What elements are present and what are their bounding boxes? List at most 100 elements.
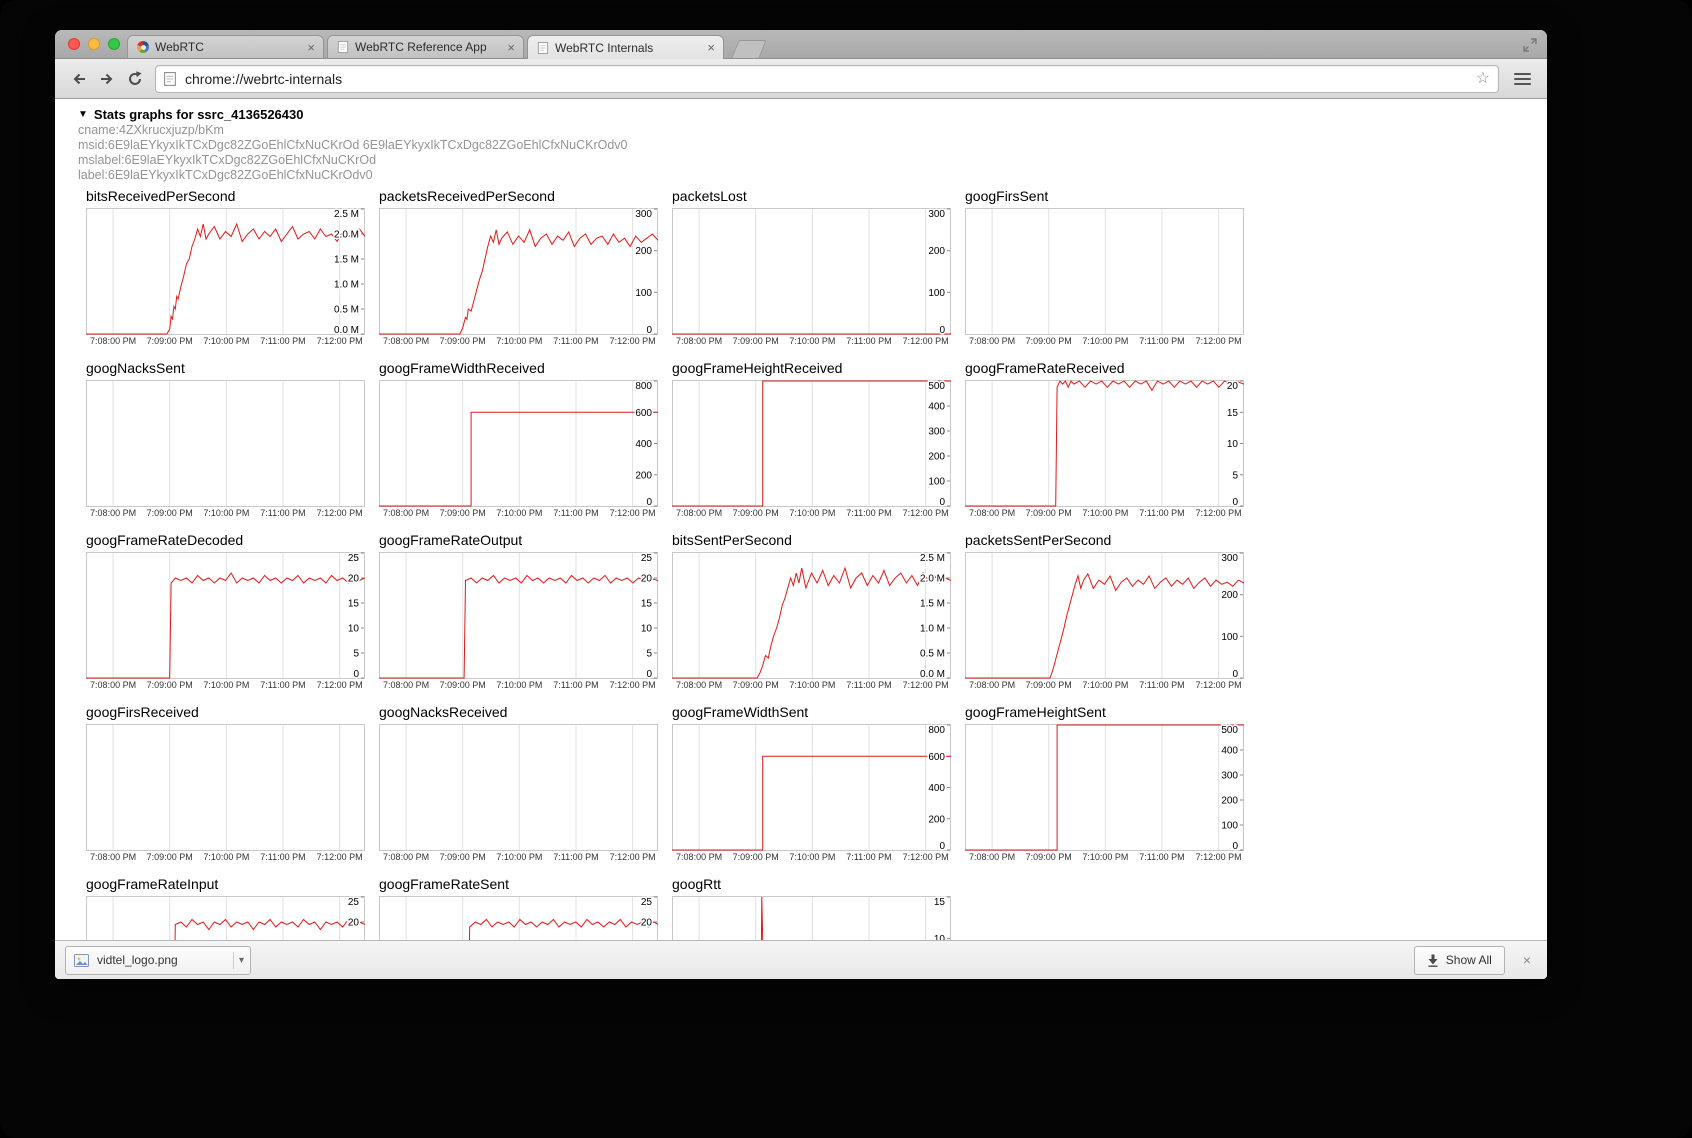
tab-webrtc-internals[interactable]: WebRTC Internals × [527,35,724,59]
y-tick-label: 600 [928,752,945,763]
y-tick-label: 20 [348,574,360,585]
chart-packetsReceivedPerSecond: packetsReceivedPerSecond30020010007:08:0… [379,188,672,348]
chart-packetsLost: packetsLost30020010007:08:00 PM7:09:00 P… [672,188,965,348]
new-tab-button[interactable] [731,40,766,58]
y-tick-label: 200 [928,814,945,825]
forward-button[interactable] [93,65,121,93]
chart-title: googNacksReceived [379,704,672,721]
chart-plot: 2520151050 [86,896,365,940]
x-tick-label: 7:10:00 PM [496,508,542,518]
y-tick-label: 0 [646,497,652,507]
tab-webrtc[interactable]: WebRTC × [127,35,324,58]
chart-googFirsSent: googFirsSent7:08:00 PM7:09:00 PM7:10:00 … [965,188,1258,348]
y-tick-label: 10 [348,624,360,635]
chart-googFrameRateReceived: googFrameRateReceived201510507:08:00 PM7… [965,360,1258,520]
plot-border [87,725,365,851]
chart-googFirsReceived: googFirsReceived7:08:00 PM7:09:00 PM7:10… [86,704,379,864]
chart-plot [965,208,1244,335]
menu-button[interactable] [1507,65,1537,93]
chart-x-axis: 7:08:00 PM7:09:00 PM7:10:00 PM7:11:00 PM… [965,851,1244,864]
charts-grid: bitsReceivedPerSecond2.5 M2.0 M1.5 M1.0 … [86,188,1547,940]
chart-title: bitsSentPerSecond [672,532,965,549]
url-input[interactable] [183,70,1476,88]
chart-plot: 5004003002001000 [672,380,951,507]
webrtc-favicon-icon [137,41,149,53]
tab-close-icon[interactable]: × [707,41,715,54]
y-tick-label: 800 [635,381,652,392]
y-tick-label: 1.5 M [334,255,359,266]
tab-webrtc-reference-app[interactable]: WebRTC Reference App × [327,35,524,58]
x-tick-label: 7:12:00 PM [903,680,949,690]
back-button[interactable] [65,65,93,93]
chart-googFrameHeightSent: googFrameHeightSent50040030020010007:08:… [965,704,1258,864]
chart-plot: 2520151050 [86,552,365,679]
chevron-down-icon[interactable]: ▾ [239,955,244,966]
tab-close-icon[interactable]: × [307,41,315,54]
tab-label: WebRTC Reference App [355,40,501,54]
stats-graphs-header[interactable]: ▼ Stats graphs for ssrc_4136526430 [78,107,1547,122]
x-tick-label: 7:11:00 PM [1139,508,1184,518]
forward-icon [98,70,116,88]
plot-border [380,209,658,335]
y-tick-label: 300 [1221,553,1238,564]
show-all-button[interactable]: Show All [1414,946,1505,975]
collapse-arrow-icon[interactable]: ▼ [78,109,88,120]
y-tick-label: 0.5 M [920,649,945,660]
y-tick-label: 25 [348,897,360,908]
x-tick-label: 7:12:00 PM [610,680,656,690]
x-tick-label: 7:12:00 PM [610,336,656,346]
download-file-name: vidtel_logo.png [97,953,225,967]
divider [233,952,234,969]
y-tick-label: 800 [928,725,945,736]
y-tick-label: 20 [641,918,653,929]
y-tick-label: 1.5 M [920,599,945,610]
x-tick-label: 7:09:00 PM [733,336,779,346]
y-tick-label: 20 [641,574,653,585]
x-tick-label: 7:10:00 PM [496,336,542,346]
chart-title: bitsReceivedPerSecond [86,188,379,205]
chart-x-axis: 7:08:00 PM7:09:00 PM7:10:00 PM7:11:00 PM… [379,679,658,692]
ssrc-cname: cname:4ZXkrucxjuzp/bKm [78,123,1547,138]
close-shelf-icon[interactable]: × [1523,953,1531,967]
plot-border [673,725,951,851]
series-line [379,576,658,679]
y-tick-label: 0.0 M [920,669,945,679]
zoom-window-button[interactable] [108,38,120,50]
series-line [965,725,1244,850]
omnibox[interactable]: ☆ [155,65,1499,93]
plot-border [966,725,1244,851]
reload-button[interactable] [121,65,149,93]
x-tick-label: 7:08:00 PM [383,508,429,518]
x-tick-label: 7:11:00 PM [846,680,891,690]
y-tick-label: 10 [1227,439,1239,450]
chart-googFrameRateSent: googFrameRateSent25201510507:08:00 PM7:0… [379,876,672,940]
x-tick-label: 7:08:00 PM [969,852,1015,862]
x-tick-label: 7:12:00 PM [903,852,949,862]
x-tick-label: 7:10:00 PM [789,336,835,346]
y-tick-label: 400 [928,783,945,794]
x-tick-label: 7:12:00 PM [903,508,949,518]
image-file-icon [74,953,89,968]
y-tick-label: 25 [641,553,653,564]
x-tick-label: 7:08:00 PM [90,508,136,518]
y-tick-label: 0 [353,669,359,679]
series-line [379,920,658,941]
fullscreen-icon[interactable] [1523,38,1537,52]
chart-title: googFirsReceived [86,704,379,721]
minimize-window-button[interactable] [88,38,100,50]
series-line [965,574,1244,678]
chart-plot: 151050 [672,896,951,940]
y-tick-label: 300 [635,209,652,220]
close-window-button[interactable] [68,38,80,50]
page-favicon-icon [537,42,549,54]
y-tick-label: 0 [646,669,652,679]
bookmark-star-icon[interactable]: ☆ [1476,71,1490,87]
download-item[interactable]: vidtel_logo.png ▾ [65,946,251,975]
ssrc-mslabel: mslabel:6E9laEYkyxIkTCxDgc82ZGoEhlCfxNuC… [78,153,1547,168]
chart-googRtt: googRtt1510507:08:00 PM7:09:00 PM7:10:00… [672,876,965,940]
x-tick-label: 7:10:00 PM [789,852,835,862]
back-icon [70,70,88,88]
x-tick-label: 7:12:00 PM [903,336,949,346]
tab-close-icon[interactable]: × [507,41,515,54]
x-tick-label: 7:10:00 PM [203,508,249,518]
